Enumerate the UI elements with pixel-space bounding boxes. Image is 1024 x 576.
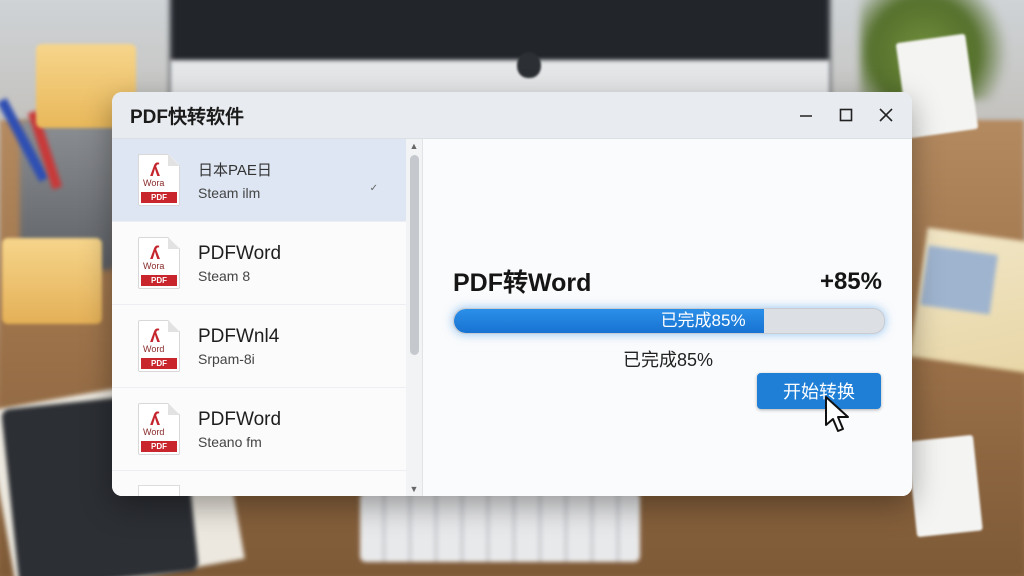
file-icon-text: Word: [143, 344, 165, 354]
file-name: PDFWnl4: [198, 326, 280, 347]
title-bar: PDF快转软件: [112, 92, 912, 139]
file-name: PDFWord: [198, 243, 282, 264]
pdf-badge: PDF: [141, 275, 177, 286]
file-list-scrollbar[interactable]: ▲ ▼: [406, 139, 423, 496]
conversion-panel: PDF转Word +85% 已完成85% 已完成85% 开始转换: [423, 139, 912, 496]
pdf-badge: PDF: [141, 358, 177, 369]
progress-bar-text: 已完成85%: [660, 311, 746, 330]
scroll-down-icon[interactable]: ▼: [406, 482, 422, 496]
pdf-file-icon: ʎ Wora PDF: [138, 154, 180, 206]
file-subtitle: Steam ilm: [198, 185, 261, 201]
list-item[interactable]: ʎ Word PDF PDFWord Steano fm: [112, 388, 406, 471]
background-keyboard: [360, 492, 640, 562]
check-icon: ✓: [369, 183, 378, 194]
file-name: 日本PAE日: [198, 162, 272, 179]
file-list: ʎ Wora PDF 日本PAE日 Steam ilm ✓ ʎ Wora PDF: [112, 139, 406, 496]
folder-icon: [2, 238, 102, 324]
status-text: 已完成85%: [623, 350, 714, 370]
scroll-up-icon[interactable]: ▲: [406, 139, 422, 153]
apple-logo-icon: [517, 52, 541, 78]
task-title: PDF转Word: [453, 269, 592, 297]
document-icon: [907, 434, 983, 538]
main-content: ʎ Wora PDF 日本PAE日 Steam ilm ✓ ʎ Wora PDF: [112, 139, 912, 496]
minimize-button[interactable]: [786, 92, 826, 138]
start-convert-button[interactable]: 开始转换: [757, 373, 881, 409]
file-info: PDFWord Steam 8: [198, 242, 281, 284]
pdf-file-icon: ʎ Wora PDF: [138, 237, 180, 289]
list-item[interactable]: ʎ Wora PDF 日本PAE日 Steam ilm ✓: [112, 139, 406, 222]
maximize-button[interactable]: [826, 92, 866, 138]
progress-bar: 已完成85%: [453, 308, 885, 334]
list-item[interactable]: ʎ Wora PDF PDFWord Steam 8: [112, 222, 406, 305]
pdf-file-icon: ʎ Word PDF: [138, 320, 180, 372]
progress-fill: 已完成85%: [454, 309, 764, 333]
pdf-badge: PDF: [141, 192, 177, 203]
close-icon: [879, 108, 893, 122]
file-icon-text: Word: [143, 427, 165, 437]
maximize-icon: [839, 108, 853, 122]
progress-percent: +85%: [819, 268, 882, 295]
file-subtitle: Srpam-8i: [198, 351, 255, 367]
file-icon-text: Wora: [143, 178, 165, 188]
background-paper: [920, 245, 998, 315]
scroll-thumb[interactable]: [410, 155, 419, 355]
pdf-file-icon: ʎ Word PDF: [138, 403, 180, 455]
file-fold: [168, 237, 180, 249]
file-icon-text: Wora: [143, 261, 165, 271]
app-window: PDF快转软件 ʎ Wora PDF 日本PAE日 Steam ilm ✓ ʎ …: [112, 92, 912, 496]
pdf-badge: PDF: [141, 441, 177, 452]
mouse-cursor-icon: [825, 396, 849, 432]
file-subtitle: Steano fm: [198, 434, 262, 450]
close-button[interactable]: [866, 92, 906, 138]
file-info: PDFWord Steano fm: [198, 408, 281, 450]
file-name: PDFWord: [198, 409, 282, 430]
file-fold: [168, 154, 180, 166]
window-title: PDF快转软件: [130, 106, 245, 128]
file-subtitle: Steam 8: [198, 268, 251, 284]
minimize-icon: [800, 115, 812, 117]
file-info: 日本PAE日 Steam ilm: [198, 159, 272, 201]
list-item[interactable]: ʎ Word PDF PDFWnl4 Srpam-8i: [112, 305, 406, 388]
partial-file-icon: [138, 485, 180, 496]
file-info: PDFWnl4 Srpam-8i: [198, 325, 279, 367]
